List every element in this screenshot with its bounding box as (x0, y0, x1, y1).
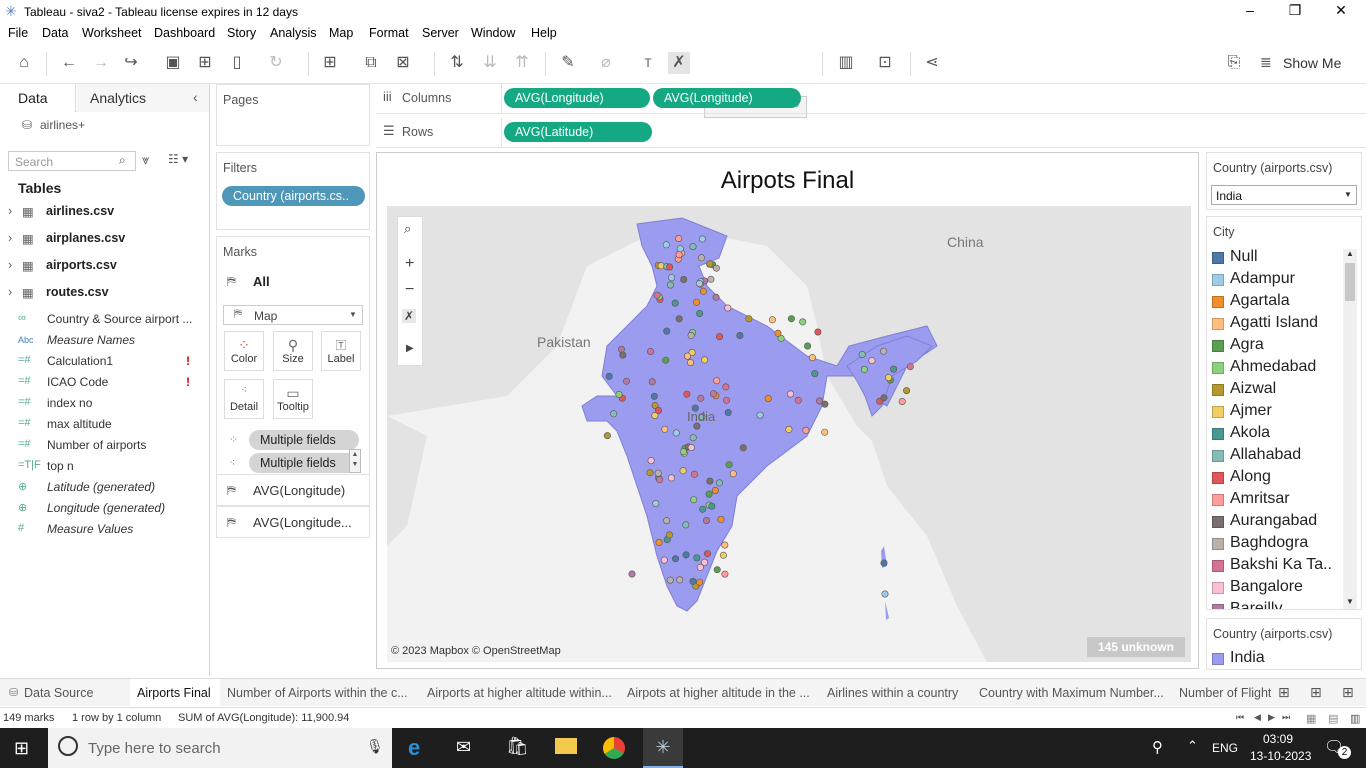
legend-label: Allahabad (1230, 446, 1302, 463)
legend-label: Bareilly (1230, 600, 1283, 609)
mail-icon[interactable]: ✉ (456, 737, 471, 758)
unknown-indicator[interactable]: 145 unknown (1087, 637, 1185, 657)
legend-swatch (1212, 560, 1224, 572)
legend-swatch (1212, 472, 1224, 484)
legend-swatch (1212, 318, 1224, 330)
status-bar: 149 marks 1 row by 1 column SUM of AVG(L… (0, 707, 1366, 728)
legend-label: Agatti Island (1230, 314, 1319, 331)
legend-swatch (1212, 340, 1224, 352)
tab-airports-final[interactable]: Airports Final (130, 679, 220, 707)
tab-view-icon[interactable]: ▥ (1350, 712, 1360, 725)
legend-swatch (1212, 362, 1224, 374)
legend-label: Ahmedabad (1230, 358, 1317, 375)
status-marks: 149 marks (3, 712, 55, 724)
nav-last-icon[interactable]: ⏭ (1282, 712, 1290, 723)
legend-swatch (1212, 428, 1224, 440)
legend-swatch (1212, 516, 1224, 528)
legend-swatch (1212, 582, 1224, 594)
tab-sheet-2[interactable]: Number of Airports within the c... (227, 686, 408, 700)
datasource-tab-icon: ⛁ (9, 687, 19, 699)
legend-swatch (1212, 252, 1224, 264)
chrome-icon[interactable] (603, 737, 625, 759)
map-attribution: © 2023 Mapbox © OpenStreetMap (391, 645, 561, 657)
legend-label: Along (1230, 468, 1271, 485)
grid-view-icon[interactable]: ▦ (1306, 712, 1316, 725)
legend-label: Akola (1230, 424, 1271, 441)
tab-sheet-5[interactable]: Airlines within a country (827, 686, 958, 700)
language-indicator[interactable]: ENG (1212, 741, 1238, 755)
file-explorer-icon[interactable] (555, 738, 577, 754)
nav-prev-icon[interactable]: ◀ (1254, 712, 1261, 723)
tab-sheet-7[interactable]: Number of Flight (1179, 686, 1271, 700)
legend-label: Aurangabad (1230, 512, 1318, 529)
legend-label: Amritsar (1230, 490, 1290, 507)
status-sum: SUM of AVG(Longitude): 11,900.94 (178, 712, 350, 724)
legend-swatch (1212, 538, 1224, 550)
legend-swatch (1212, 406, 1224, 418)
search-circle-icon (58, 736, 78, 756)
sheet-tabs-bar: ⛁ Data Source Airports Final Number of A… (0, 678, 1366, 707)
legend-swatch (1212, 653, 1224, 665)
legend-swatch (1212, 450, 1224, 462)
tab-sheet-4[interactable]: Airpots at higher altitude in the ... (627, 686, 810, 700)
scroll-thumb[interactable] (1345, 263, 1355, 301)
legend-label: Bangalore (1230, 578, 1303, 595)
windows-start-icon[interactable]: ⊞ (14, 738, 29, 759)
legend-swatch (1212, 274, 1224, 286)
chevron-down-icon: ▼ (1344, 190, 1352, 199)
legend-label: Agartala (1230, 292, 1290, 309)
legend-label: Adampur (1230, 270, 1295, 287)
tableau-taskbar-icon[interactable]: ✳ (643, 728, 683, 768)
microphone-icon[interactable]: 🎙 (366, 738, 384, 755)
film-view-icon[interactable]: ▤ (1328, 712, 1338, 725)
city-legend-items: Null Adampur Agartala Agatti Island Agra Ahme… (0, 0, 1342, 609)
taskbar-search[interactable]: Type here to search 🎙 (48, 728, 392, 768)
status-dims: 1 row by 1 column (72, 712, 162, 724)
nav-next-icon[interactable]: ▶ (1268, 712, 1275, 723)
scroll-up-icon[interactable]: ▲ (1346, 249, 1354, 258)
legend-scrollbar[interactable]: ▲ ▼ (1343, 249, 1357, 609)
tab-sheet-3[interactable]: Airports at higher altitude within... (427, 686, 612, 700)
legend-swatch (1212, 296, 1224, 308)
legend-label: Aizwal (1230, 380, 1277, 397)
tab-data-source[interactable]: Data Source (24, 686, 93, 700)
new-worksheet-tab-icon[interactable]: ⊞ (1278, 684, 1290, 701)
scroll-down-icon[interactable]: ▼ (1346, 597, 1354, 606)
legend-label: Agra (1230, 336, 1264, 353)
nav-first-icon[interactable]: ⏮ (1236, 712, 1244, 723)
windows-taskbar: ⊞ Type here to search 🎙 e ✉ 🛍 ✳ ⚲ ⌃ ENG … (0, 728, 1366, 768)
legend-swatch (1212, 604, 1224, 609)
legend-swatch (1212, 384, 1224, 396)
legend-label: Ajmer (1230, 402, 1272, 419)
notification-count: 2 (1338, 746, 1351, 759)
legend-swatch (1212, 494, 1224, 506)
legend-label: Bakshi Ka Ta.. (1230, 556, 1332, 573)
clock-date[interactable]: 13-10-2023 (1250, 749, 1311, 763)
clock-time[interactable]: 03:09 (1263, 732, 1293, 746)
store-icon[interactable]: 🛍 (506, 736, 529, 757)
tray-expand-icon[interactable]: ⌃ (1187, 738, 1198, 754)
legend-label: Baghdogra (1230, 534, 1309, 551)
people-icon[interactable]: ⚲ (1152, 738, 1163, 756)
new-story-tab-icon[interactable]: ⊞ (1342, 684, 1354, 701)
legend-label: Null (1230, 248, 1258, 265)
new-dashboard-tab-icon[interactable]: ⊞ (1310, 684, 1322, 701)
tab-sheet-6[interactable]: Country with Maximum Number... (979, 686, 1164, 700)
edge-icon[interactable]: e (408, 735, 420, 761)
